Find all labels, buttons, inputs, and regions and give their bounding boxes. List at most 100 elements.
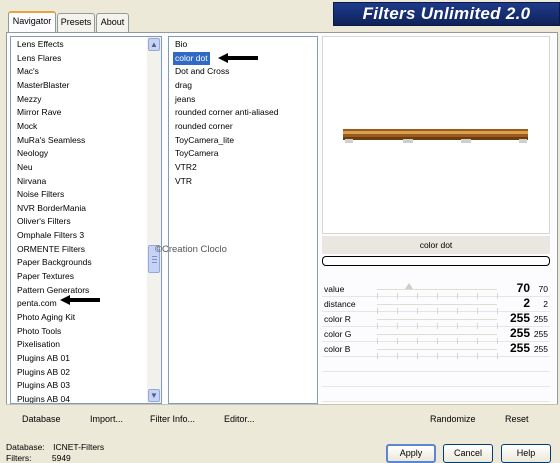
filter-item[interactable]: ToyCamera_lite bbox=[173, 134, 236, 148]
param-value: 255 bbox=[509, 326, 530, 340]
app-banner-title: Filters Unlimited 2.0 bbox=[333, 2, 560, 26]
scroll-down-button[interactable]: ▼ bbox=[148, 389, 160, 402]
param-row-color-b[interactable]: color B 255 255 bbox=[322, 341, 550, 359]
filter-item[interactable]: VTR2 bbox=[173, 161, 199, 175]
param-row-value[interactable]: value 70 70 bbox=[322, 281, 550, 299]
param-row-empty bbox=[322, 387, 550, 402]
scroll-up-button[interactable]: ▲ bbox=[148, 38, 160, 51]
category-item[interactable]: Mac's bbox=[15, 65, 41, 79]
import-button[interactable]: Import... bbox=[90, 413, 123, 425]
tab-navigator[interactable]: Navigator bbox=[8, 11, 56, 32]
editor-button[interactable]: Editor... bbox=[224, 413, 255, 425]
param-slider[interactable] bbox=[377, 283, 498, 299]
category-item[interactable]: MasterBlaster bbox=[15, 79, 71, 93]
category-list[interactable]: Lens Effects Lens Flares Mac's MasterBlaste… bbox=[10, 36, 162, 404]
category-item[interactable]: Lens Flares bbox=[15, 52, 63, 66]
param-label: distance bbox=[324, 299, 356, 309]
filter-item[interactable]: rounded corner anti-aliased bbox=[173, 106, 280, 120]
category-item[interactable]: Noise Filters bbox=[15, 188, 66, 202]
filter-item[interactable]: Bio bbox=[173, 38, 189, 52]
param-slider[interactable] bbox=[377, 319, 498, 329]
filter-item[interactable]: drag bbox=[173, 79, 194, 93]
category-item[interactable]: Oliver's Filters bbox=[15, 215, 73, 229]
progress-bar bbox=[322, 256, 550, 266]
category-item[interactable]: Paper Backgrounds bbox=[15, 256, 94, 270]
param-slider[interactable] bbox=[377, 349, 498, 359]
help-button[interactable]: Help bbox=[501, 444, 551, 463]
param-label: color G bbox=[324, 329, 352, 339]
pointer-arrow-icon bbox=[218, 53, 258, 63]
top-bar: Navigator Presets About Filters Unlimite… bbox=[0, 0, 560, 32]
param-row-empty bbox=[322, 357, 550, 372]
database-button[interactable]: Database bbox=[22, 413, 61, 425]
category-item[interactable]: Mirror Rave bbox=[15, 106, 63, 120]
watermark-text: ©Creation Cloclo bbox=[155, 244, 227, 255]
parameters-panel: value 70 70 distance 2 2 color R 255 255… bbox=[322, 281, 550, 404]
filter-item[interactable]: ToyCamera bbox=[173, 147, 220, 161]
category-item[interactable]: MuRa's Seamless bbox=[15, 134, 87, 148]
status-filters-value: 5949 bbox=[51, 453, 71, 463]
param-value: 70 bbox=[516, 281, 530, 295]
param-small-value: 255 bbox=[533, 344, 548, 354]
filter-item[interactable]: rounded corner bbox=[173, 120, 235, 134]
param-value: 255 bbox=[509, 311, 530, 325]
category-item[interactable]: Plugins AB 01 bbox=[15, 352, 72, 366]
param-row-distance[interactable]: distance 2 2 bbox=[322, 296, 550, 314]
category-scrollbar[interactable]: ▲ ▼ bbox=[147, 37, 161, 403]
category-item[interactable]: Mock bbox=[15, 120, 39, 134]
status-filters-label: Filters: bbox=[6, 453, 32, 463]
apply-button[interactable]: Apply bbox=[386, 444, 436, 463]
status-database: Database: ICNET-Filters bbox=[6, 442, 104, 452]
category-item[interactable]: ORMENTE Filters bbox=[15, 243, 87, 257]
status-filters: Filters: 5949 bbox=[6, 453, 71, 463]
param-small-value: 2 bbox=[543, 299, 548, 309]
randomize-button[interactable]: Randomize bbox=[430, 413, 476, 425]
status-database-label: Database: bbox=[6, 442, 45, 452]
category-item[interactable]: Neology bbox=[15, 147, 50, 161]
param-row-empty bbox=[322, 372, 550, 387]
param-small-value: 255 bbox=[533, 329, 548, 339]
filter-item[interactable]: VTR bbox=[173, 175, 194, 189]
category-item[interactable]: Paper Textures bbox=[15, 270, 76, 284]
param-row-color-r[interactable]: color R 255 255 bbox=[322, 311, 550, 329]
category-item[interactable]: Mezzy bbox=[15, 93, 44, 107]
filter-list[interactable]: Bio color dot Dot and Cross drag jeans rounde… bbox=[168, 36, 318, 404]
tab-presets[interactable]: Presets bbox=[57, 13, 95, 32]
slider-thumb-icon[interactable] bbox=[405, 283, 414, 289]
param-label: color R bbox=[324, 314, 351, 324]
category-item[interactable]: NVR BorderMania bbox=[15, 202, 88, 216]
category-item[interactable]: Nirvana bbox=[15, 175, 48, 189]
param-row-color-g[interactable]: color G 255 255 bbox=[322, 326, 550, 344]
param-label: value bbox=[324, 284, 345, 294]
filter-item[interactable]: color dot bbox=[173, 51, 210, 66]
tab-about[interactable]: About bbox=[96, 13, 129, 32]
status-database-value: ICNET-Filters bbox=[53, 442, 105, 452]
param-slider[interactable] bbox=[377, 334, 498, 344]
filter-info-button[interactable]: Filter Info... bbox=[150, 413, 195, 425]
filter-preview bbox=[322, 36, 550, 234]
bottom-toolbar: Database Import... Filter Info... Editor… bbox=[6, 404, 558, 432]
category-item[interactable]: Pixelisation bbox=[15, 338, 62, 352]
reset-button[interactable]: Reset bbox=[505, 413, 529, 425]
param-small-value: 70 bbox=[538, 284, 548, 294]
param-value: 2 bbox=[523, 296, 530, 310]
preview-filter-name: color dot bbox=[322, 236, 550, 254]
preview-image bbox=[343, 129, 528, 143]
category-item[interactable]: Plugins AB 03 bbox=[15, 379, 72, 393]
pointer-arrow-icon bbox=[60, 295, 100, 305]
category-item[interactable]: Lens Effects bbox=[15, 38, 66, 52]
filter-item[interactable]: jeans bbox=[173, 93, 197, 107]
param-slider[interactable] bbox=[377, 304, 498, 314]
param-small-value: 255 bbox=[533, 314, 548, 324]
category-item[interactable]: Plugins AB 04 bbox=[15, 393, 72, 403]
category-item[interactable]: Omphale Filters 3 bbox=[15, 229, 86, 243]
cancel-button[interactable]: Cancel bbox=[443, 444, 493, 463]
category-item[interactable]: penta.com bbox=[15, 297, 59, 311]
filter-item[interactable]: Dot and Cross bbox=[173, 65, 231, 79]
category-item[interactable]: Neu bbox=[15, 161, 35, 175]
param-label: color B bbox=[324, 344, 351, 354]
param-value: 255 bbox=[509, 341, 530, 355]
category-item[interactable]: Photo Aging Kit bbox=[15, 311, 77, 325]
category-item[interactable]: Plugins AB 02 bbox=[15, 366, 72, 380]
category-item[interactable]: Photo Tools bbox=[15, 325, 63, 339]
